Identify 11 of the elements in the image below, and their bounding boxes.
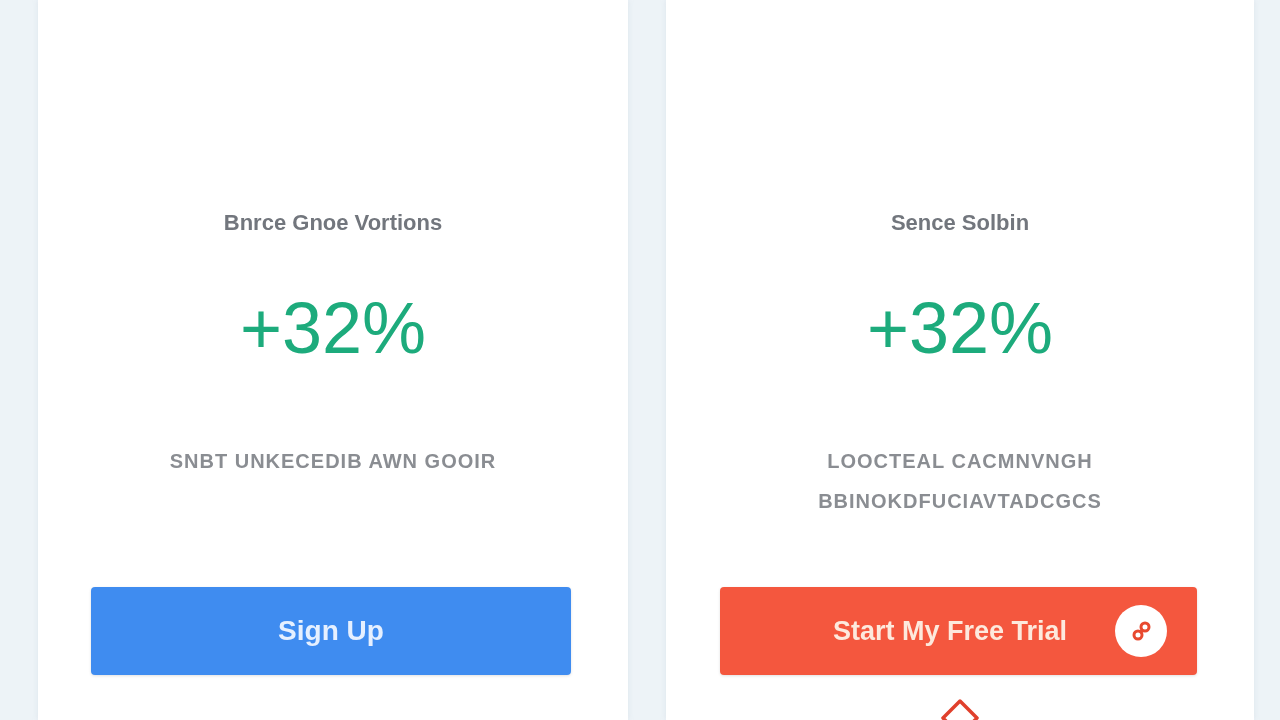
card-title: Bnrce Gnoe Vortions [223,209,443,237]
stat-value: +32% [866,287,1054,370]
caret-up-icon [941,699,979,720]
caption-line: SNBT UNKECEDIB AWN GOOIR [169,449,497,474]
caption-line: LOOCTEAL CACMNVNGH [827,449,1093,474]
sign-up-button[interactable]: Sign Up [91,587,571,675]
caption-line: BBINOKDFUCIAVTADCGCS [818,489,1102,514]
stat-value: +32% [239,287,427,370]
free-trial-button[interactable]: Start My Free Trial [719,587,1197,675]
card-title: Sence Solbin [890,209,1030,237]
link-icon [1115,605,1168,657]
